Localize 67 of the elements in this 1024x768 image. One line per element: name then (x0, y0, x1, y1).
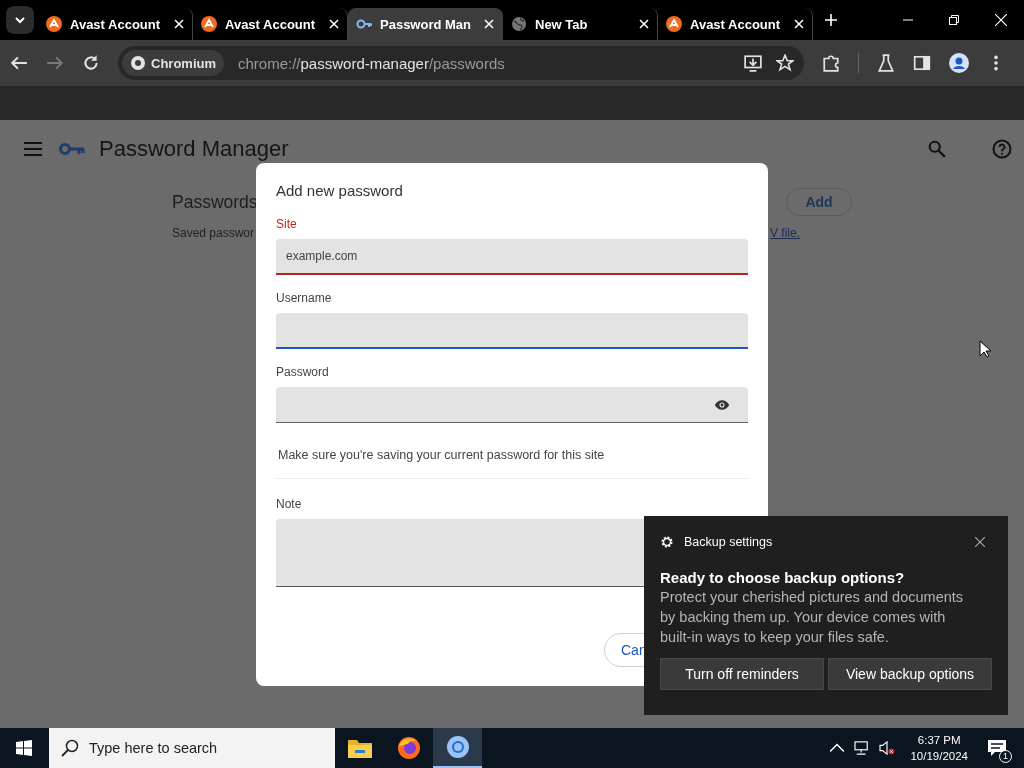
notification-body: Protect your cherished pictures and documents by backing them up. Your device comes with built-in ways to keep your files safe. (660, 588, 965, 647)
hint-text: Make sure you're saving your current password for this site (278, 448, 606, 462)
tab-title: Password Man (380, 16, 473, 32)
tab-search-button[interactable] (6, 6, 34, 34)
tab-title: New Tab (535, 16, 589, 32)
field-label: Username (276, 291, 333, 305)
back-icon[interactable] (10, 54, 28, 72)
new-tab-icon[interactable] (825, 14, 837, 26)
field-label: Note (276, 496, 303, 511)
star-icon[interactable] (776, 54, 794, 72)
tab-title: Avast Account (70, 16, 162, 32)
tab-title: Avast Account (690, 16, 782, 32)
avatar-icon[interactable] (949, 53, 969, 73)
help-icon[interactable] (992, 139, 1012, 159)
address-bar[interactable]: Chromium chrome://password-manager/passwords (118, 46, 804, 80)
field-label: Password (276, 365, 330, 379)
globe-icon (511, 16, 527, 32)
browser-tab[interactable]: Password Man (348, 8, 503, 40)
restore-icon[interactable] (949, 15, 959, 25)
description-text: Saved passwor (172, 226, 255, 240)
chip-label: Chromium (151, 55, 216, 71)
field-label: Site (276, 217, 298, 231)
search-icon[interactable] (928, 140, 946, 158)
menu-icon[interactable] (24, 142, 42, 156)
section-title: Passwords (172, 191, 258, 213)
notification-button[interactable]: View backup options (828, 658, 992, 690)
input-field[interactable]: example.com (276, 239, 748, 275)
chevron-up-icon[interactable] (829, 741, 846, 755)
key-icon (59, 142, 85, 156)
search-icon (61, 739, 79, 757)
caret-icon (14, 14, 26, 26)
notification-app-name: Backup settings (684, 535, 773, 549)
reload-icon[interactable] (82, 54, 100, 72)
url-text: chrome://password-manager/passwords (238, 54, 506, 72)
close-icon[interactable] (975, 537, 985, 547)
notification-button[interactable]: Turn off reminders (660, 658, 824, 690)
puzzle-icon[interactable] (822, 54, 840, 72)
avast-icon (46, 16, 62, 32)
site-chip[interactable]: Chromium (122, 50, 224, 76)
eye-icon[interactable] (714, 399, 730, 411)
browser-icon (396, 736, 421, 760)
notification-title: Ready to choose backup options? (660, 569, 906, 586)
notification-icon[interactable] (987, 739, 1007, 757)
clock-time: 6:37 PM (917, 733, 961, 748)
avast-icon (666, 16, 682, 32)
tab-title: Avast Account (225, 16, 317, 32)
avast-icon (201, 16, 217, 32)
notification-badge: 1 (999, 750, 1012, 763)
side-panel-icon[interactable] (913, 54, 931, 72)
folder-icon (346, 737, 373, 759)
input-field[interactable] (276, 313, 748, 349)
install-icon[interactable] (744, 54, 762, 72)
gear-icon (660, 535, 674, 549)
chromium-icon (130, 55, 146, 71)
taskbar-search-field[interactable]: Type here to search (49, 728, 335, 768)
speaker-muted-icon[interactable] (879, 741, 896, 755)
clock-date: 10/19/2024 (910, 749, 968, 764)
network-icon[interactable] (854, 741, 871, 755)
app-title: Password Manager (99, 136, 289, 162)
flask-icon[interactable] (877, 54, 895, 72)
windows-icon[interactable] (16, 740, 32, 756)
browser-icon (445, 735, 470, 759)
forward-icon[interactable] (46, 54, 64, 72)
input-field[interactable] (276, 387, 748, 423)
cursor-icon (979, 340, 991, 358)
taskbar-app[interactable] (433, 728, 482, 768)
dialog-title: Add new password (276, 182, 404, 199)
